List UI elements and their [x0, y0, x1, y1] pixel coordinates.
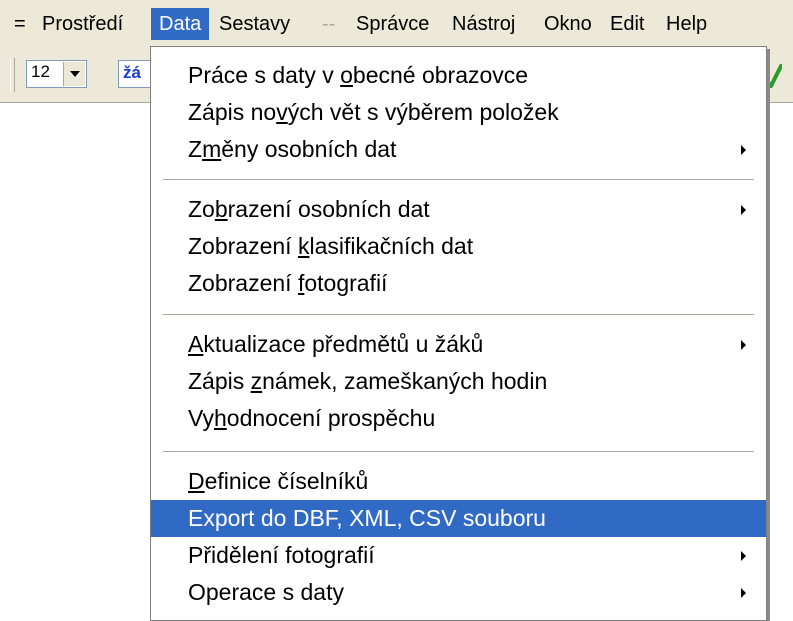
data-dropdown-menu: Práce s daty v obecné obrazovce Zápis no…	[150, 46, 767, 621]
toolbar-grip[interactable]	[10, 58, 15, 92]
menu-separator	[163, 451, 754, 453]
menu-item-zapis-znamek[interactable]: Zápis známek, zameškaných hodin	[151, 363, 766, 400]
menu-item-label: Zápis známek, zameškaných hodin	[188, 368, 548, 394]
menu-item-label: Operace s daty	[188, 579, 344, 605]
menu-sestavy[interactable]: Sestavy	[219, 8, 290, 40]
menu-help[interactable]: Help	[666, 8, 707, 40]
chevron-right-icon	[741, 588, 746, 598]
menu-item-label: Vyhodnocení prospěchu	[188, 405, 436, 431]
chevron-right-icon	[741, 340, 746, 350]
menu-separator	[163, 314, 754, 316]
menu-item-zobrazeni-osobnich-dat[interactable]: Zobrazení osobních dat	[151, 191, 766, 228]
menu-separator-dashes: --	[322, 13, 336, 35]
menu-edit[interactable]: Edit	[610, 8, 644, 40]
menu-item-label: Zápis nových vět s výběrem položek	[188, 99, 559, 125]
menu-item-label: Zobrazení klasifikačních dat	[188, 233, 474, 259]
menu-item-label: Zobrazení osobních dat	[188, 196, 430, 222]
menu-data[interactable]: Data	[151, 8, 209, 40]
menu-item-zmeny-osobnich-dat[interactable]: Změny osobních dat	[151, 131, 766, 168]
menu-prostredi[interactable]: Prostředí	[42, 8, 123, 40]
menu-item-zobrazeni-klasifikacnich-dat[interactable]: Zobrazení klasifikačních dat	[151, 228, 766, 265]
menu-item-prideleni-fotografii[interactable]: Přidělení fotografií	[151, 537, 766, 574]
menu-item-label: Definice číselníků	[188, 468, 369, 494]
menu-item-export[interactable]: Export do DBF, XML, CSV souboru	[151, 500, 766, 537]
chevron-right-icon	[741, 205, 746, 215]
menu-nastroj[interactable]: Nástroj	[452, 8, 515, 40]
menu-item-prace-s-daty[interactable]: Práce s daty v obecné obrazovce	[151, 57, 766, 94]
menu-item-label: Práce s daty v obecné obrazovce	[188, 62, 529, 88]
font-size-value: 12	[31, 62, 50, 81]
menu-okno[interactable]: Okno	[544, 8, 592, 40]
chevron-right-icon	[741, 145, 746, 155]
menu-item-zobrazeni-fotografii[interactable]: Zobrazení fotografií	[151, 265, 766, 302]
menu-item-label: Aktualizace předmětů u žáků	[188, 331, 484, 357]
menu-item-label: Změny osobních dat	[188, 136, 397, 162]
menu-item-operace-s-daty[interactable]: Operace s daty	[151, 574, 766, 611]
menu-spravce[interactable]: Správce	[356, 8, 429, 40]
menu-item-vyhodnoceni-prospechu[interactable]: Vyhodnocení prospěchu	[151, 400, 766, 437]
menu-separator	[163, 179, 754, 181]
font-size-combo[interactable]: 12	[26, 60, 87, 88]
system-menu[interactable]: =	[14, 8, 26, 40]
menu-item-label: Zobrazení fotografií	[188, 270, 388, 296]
menu-item-aktualizace-predmetu[interactable]: Aktualizace předmětů u žáků	[151, 326, 766, 363]
menu-item-definice-ciselniku[interactable]: Definice číselníků	[151, 463, 766, 500]
chevron-down-icon[interactable]	[63, 62, 85, 86]
menu-item-label: Export do DBF, XML, CSV souboru	[188, 505, 546, 531]
menu-item-zapis-novych-vet[interactable]: Zápis nových vět s výběrem položek	[151, 94, 766, 131]
menu-bar: = Prostředí Data Sestavy -- Správce Nást…	[0, 0, 793, 46]
menu-item-label: Přidělení fotografií	[188, 542, 375, 568]
chevron-right-icon	[741, 551, 746, 561]
font-combo-value: žá	[123, 63, 141, 82]
